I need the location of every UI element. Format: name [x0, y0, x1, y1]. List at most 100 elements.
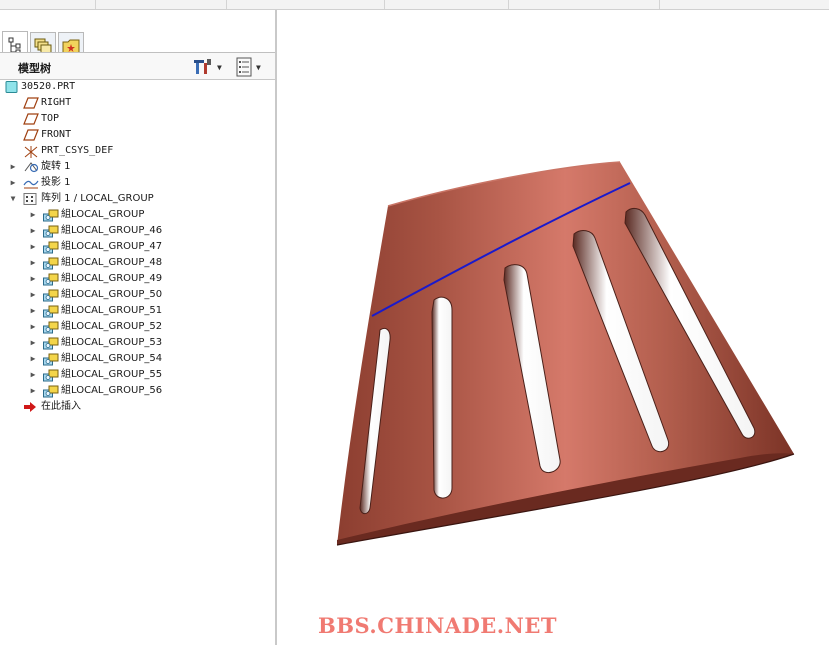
tree-item-label: PRT_CSYS_DEF — [41, 145, 114, 156]
expand-arrow-icon[interactable]: ▶ — [8, 159, 18, 175]
tree-item-root[interactable]: 30520.PRT — [0, 79, 275, 95]
projection-icon — [23, 177, 39, 189]
pattern-group-list: ▶ 組LOCAL_GROUP ▶ 組LOCAL_GROUP_46 ▶ 組LOCAL_GRO… — [0, 207, 275, 399]
group-icon — [43, 321, 59, 334]
expand-arrow-icon[interactable]: ▶ — [28, 207, 38, 223]
expand-arrow-icon[interactable]: ▶ — [28, 383, 38, 399]
settings-dropdown[interactable]: ▼ — [193, 57, 222, 77]
tree-item-group[interactable]: ▶ 組LOCAL_GROUP — [0, 207, 275, 223]
collapse-arrow-icon[interactable]: ▼ — [8, 191, 18, 207]
tree-item-feature[interactable]: ▼ 阵列 1 / LOCAL_GROUP — [0, 191, 275, 207]
group-icon — [43, 385, 59, 398]
tree-item-label: 組LOCAL_GROUP_48 — [61, 257, 163, 268]
expand-arrow-icon[interactable]: ▶ — [28, 367, 38, 383]
tree-item-feature[interactable]: ▶ 投影 1 — [0, 175, 275, 191]
tree-item-label: 組LOCAL_GROUP_55 — [61, 369, 163, 380]
group-icon — [43, 273, 59, 286]
part-icon — [5, 81, 19, 93]
expand-arrow-icon[interactable]: ▶ — [28, 319, 38, 335]
tree-item-group[interactable]: ▶ 組LOCAL_GROUP_53 — [0, 335, 275, 351]
tree-item-group[interactable]: ▶ 組LOCAL_GROUP_56 — [0, 383, 275, 399]
tree-item-label: 組LOCAL_GROUP_49 — [61, 273, 163, 284]
part-model[interactable] — [277, 10, 829, 645]
pattern-icon — [23, 193, 37, 205]
group-icon — [43, 305, 59, 318]
expand-arrow-icon[interactable]: ▶ — [28, 255, 38, 271]
chevron-down-icon: ▼ — [217, 62, 222, 72]
tree-item-label: 在此插入 — [41, 401, 81, 412]
datum-plane-icon — [23, 129, 39, 141]
expand-arrow-icon[interactable]: ▶ — [28, 271, 38, 287]
expand-arrow-icon[interactable]: ▶ — [28, 223, 38, 239]
graphics-viewport[interactable] — [277, 10, 829, 645]
slot — [431, 296, 453, 499]
ribbon-bar: 文件 模型 分析 注释 渲染 工具 — [0, 0, 829, 10]
revolve-icon — [23, 161, 39, 173]
cone-body — [337, 162, 794, 545]
tree-item-group[interactable]: ▶ 組LOCAL_GROUP_46 — [0, 223, 275, 239]
model-tree: 30520.PRT RIGHT TOP FRONT PRT_CSYS_DEF ▶… — [0, 79, 275, 415]
tree-item-label: 組LOCAL_GROUP — [61, 209, 145, 220]
group-icon — [43, 225, 59, 238]
expand-arrow-icon[interactable]: ▶ — [28, 239, 38, 255]
tree-item-group[interactable]: ▶ 組LOCAL_GROUP_54 — [0, 351, 275, 367]
tree-item-label: 組LOCAL_GROUP_51 — [61, 305, 163, 316]
tree-item-group[interactable]: ▶ 組LOCAL_GROUP_55 — [0, 367, 275, 383]
tree-item-datum[interactable]: TOP — [0, 111, 275, 127]
tree-item-label: 組LOCAL_GROUP_46 — [61, 225, 163, 236]
ribbon-tab-analysis[interactable]: 分析 — [227, 0, 385, 9]
tree-item-feature[interactable]: ▶ 旋转 1 — [0, 159, 275, 175]
tree-item-group[interactable]: ▶ 組LOCAL_GROUP_50 — [0, 287, 275, 303]
tree-item-label: 投影 1 — [41, 177, 71, 188]
tree-item-insert-here[interactable]: 在此插入 — [0, 399, 275, 415]
expand-arrow-icon[interactable]: ▶ — [28, 303, 38, 319]
ribbon-tab-tools[interactable]: 工具 — [660, 0, 829, 9]
group-icon — [43, 209, 59, 222]
tree-item-datum[interactable]: PRT_CSYS_DEF — [0, 143, 275, 159]
chevron-down-icon: ▼ — [256, 62, 261, 72]
model-tree-header: 模型树 ▼ ▼ — [0, 52, 275, 80]
arrow-right-icon — [23, 401, 37, 413]
ribbon-tab-annotate[interactable]: 注释 — [385, 0, 509, 9]
tree-item-label: 組LOCAL_GROUP_50 — [61, 289, 163, 300]
group-icon — [43, 257, 59, 270]
tree-item-label: 組LOCAL_GROUP_56 — [61, 385, 163, 396]
ribbon-tab-model[interactable]: 模型 — [96, 0, 227, 9]
group-icon — [43, 369, 59, 382]
tree-item-datum[interactable]: FRONT — [0, 127, 275, 143]
tree-item-label: 組LOCAL_GROUP_47 — [61, 241, 163, 252]
watermark: BBS.CHINADE.NET — [318, 613, 557, 638]
tree-item-group[interactable]: ▶ 組LOCAL_GROUP_47 — [0, 239, 275, 255]
tree-item-label: 30520.PRT — [21, 81, 76, 92]
expand-arrow-icon[interactable]: ▶ — [28, 287, 38, 303]
expand-arrow-icon[interactable]: ▶ — [28, 335, 38, 351]
expand-arrow-icon[interactable]: ▶ — [28, 351, 38, 367]
ribbon-tab-render[interactable]: 渲染 — [509, 0, 660, 9]
tree-item-label: 組LOCAL_GROUP_52 — [61, 321, 163, 332]
tree-item-label: 旋转 1 — [41, 161, 71, 172]
group-icon — [43, 353, 59, 366]
tools-icon — [194, 59, 211, 74]
tree-item-label: 組LOCAL_GROUP_54 — [61, 353, 163, 364]
datum-plane-icon — [23, 113, 39, 125]
group-icon — [43, 337, 59, 350]
tree-item-group[interactable]: ▶ 組LOCAL_GROUP_52 — [0, 319, 275, 335]
tree-item-group[interactable]: ▶ 組LOCAL_GROUP_49 — [0, 271, 275, 287]
tree-item-label: TOP — [41, 113, 60, 124]
list-icon — [236, 57, 252, 77]
tree-item-datum[interactable]: RIGHT — [0, 95, 275, 111]
tree-item-label: 組LOCAL_GROUP_53 — [61, 337, 163, 348]
tree-item-label: RIGHT — [41, 97, 72, 108]
tree-item-group[interactable]: ▶ 組LOCAL_GROUP_48 — [0, 255, 275, 271]
ribbon-tab-file[interactable]: 文件 — [0, 0, 96, 9]
show-dropdown[interactable]: ▼ — [236, 57, 261, 77]
expand-arrow-icon[interactable]: ▶ — [8, 175, 18, 191]
tree-item-label: 阵列 1 / LOCAL_GROUP — [41, 193, 154, 204]
tree-item-group[interactable]: ▶ 組LOCAL_GROUP_51 — [0, 303, 275, 319]
datum-plane-icon — [23, 97, 39, 109]
panel-title: 模型树 — [18, 62, 51, 75]
tree-item-label: FRONT — [41, 129, 72, 140]
group-icon — [43, 241, 59, 254]
group-icon — [43, 289, 59, 302]
coordinate-system-icon — [23, 145, 38, 158]
